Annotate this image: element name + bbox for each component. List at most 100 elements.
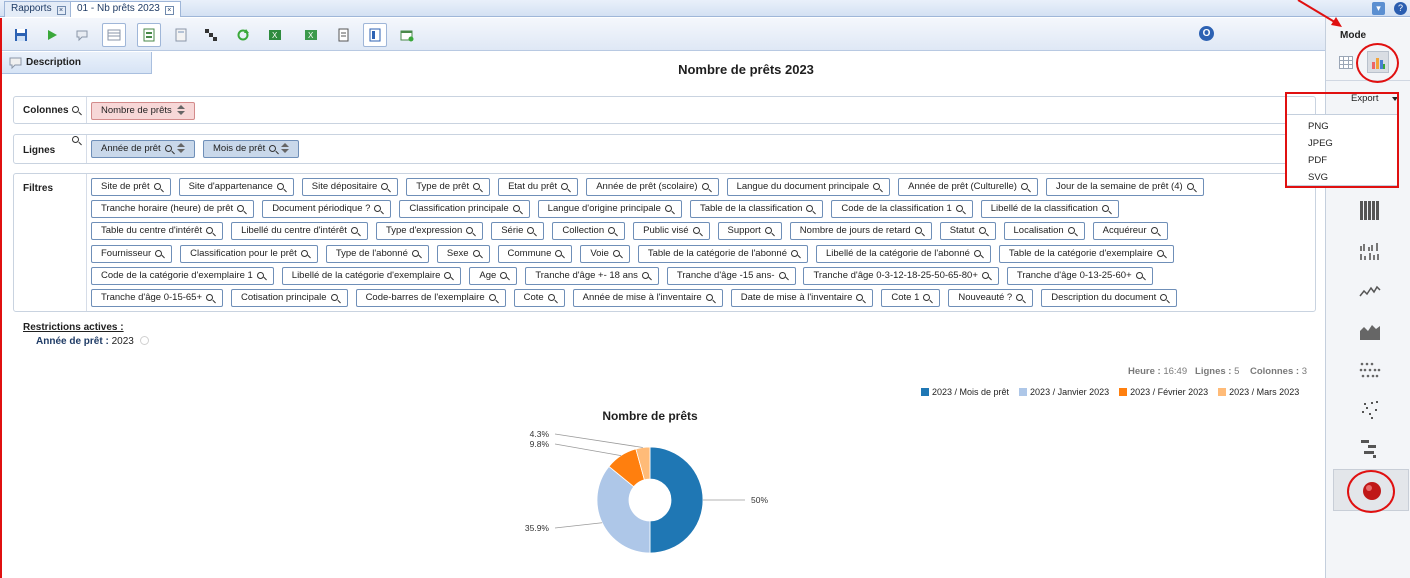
- table-mode-icon[interactable]: [1339, 56, 1353, 69]
- search-icon[interactable]: [641, 271, 649, 279]
- search-icon[interactable]: [701, 183, 709, 190]
- filter-chip[interactable]: Type de l'abonné: [325, 244, 429, 263]
- export-option-svg[interactable]: SVG: [1308, 172, 1328, 183]
- scatter-chart-icon[interactable]: [1359, 398, 1381, 420]
- refresh-button[interactable]: [231, 23, 255, 47]
- search-icon[interactable]: [608, 227, 616, 235]
- search-icon[interactable]: [612, 249, 620, 257]
- filter-chip[interactable]: Commune: [497, 244, 573, 263]
- search-icon[interactable]: [981, 271, 989, 279]
- legend-item[interactable]: 2023 / Février 2023: [1119, 387, 1208, 397]
- search-icon[interactable]: [72, 106, 79, 113]
- filter-chip[interactable]: Age: [469, 266, 518, 285]
- search-icon[interactable]: [237, 205, 245, 213]
- filter-chip[interactable]: Libellé de la classification: [980, 200, 1119, 219]
- filter-chip[interactable]: Site dépositaire: [301, 178, 399, 196]
- new-window-button[interactable]: [395, 23, 419, 47]
- filter-chip[interactable]: Fournisseur: [91, 244, 173, 263]
- search-icon[interactable]: [269, 145, 277, 152]
- search-icon[interactable]: [1101, 205, 1109, 213]
- search-icon[interactable]: [1186, 183, 1194, 190]
- filter-chip[interactable]: Table de la catégorie d'exemplaire: [998, 244, 1174, 263]
- dot-plot-icon[interactable]: [1359, 360, 1381, 382]
- search-icon[interactable]: [1150, 227, 1158, 235]
- pie-mode-button[interactable]: [1333, 469, 1409, 511]
- search-icon[interactable]: [72, 136, 79, 143]
- search-icon[interactable]: [692, 227, 700, 235]
- comment-button[interactable]: [70, 23, 94, 47]
- legend-item[interactable]: 2023 / Janvier 2023: [1019, 387, 1109, 397]
- area-chart-icon[interactable]: [1359, 320, 1381, 342]
- search-icon[interactable]: [978, 227, 986, 235]
- filter-chip[interactable]: Code de la catégorie d'exemplaire 1: [91, 266, 274, 285]
- pie-slice[interactable]: [649, 446, 704, 554]
- save-button[interactable]: [9, 23, 33, 47]
- filter-chip[interactable]: Tranche d'âge 0-15-65+: [91, 289, 224, 307]
- search-icon[interactable]: [527, 227, 535, 235]
- search-icon[interactable]: [256, 271, 264, 279]
- excel-export-2-button[interactable]: X: [299, 23, 323, 47]
- search-icon[interactable]: [411, 249, 419, 257]
- run-button[interactable]: [40, 23, 64, 47]
- filter-chip[interactable]: Table de la catégorie de l'abonné: [637, 244, 808, 263]
- search-icon[interactable]: [473, 183, 481, 190]
- filter-chip[interactable]: Nouveauté ?: [948, 289, 1034, 307]
- filter-chip[interactable]: Tranche d'âge -15 ans-: [666, 266, 796, 285]
- filter-chip[interactable]: Libellé de la catégorie d'exemplaire: [281, 266, 462, 285]
- search-icon[interactable]: [155, 249, 163, 257]
- report-button[interactable]: [363, 23, 387, 47]
- filter-chip[interactable]: Voie: [580, 244, 630, 263]
- filter-chip[interactable]: Site de prêt: [91, 178, 171, 196]
- search-icon[interactable]: [374, 205, 382, 213]
- filter-chip[interactable]: Code-barres de l'exemplaire: [355, 289, 506, 307]
- filter-chip[interactable]: Document périodique ?: [262, 200, 392, 219]
- filter-chip[interactable]: Public visé: [633, 222, 710, 241]
- search-icon[interactable]: [914, 227, 922, 235]
- search-icon[interactable]: [466, 227, 474, 235]
- search-icon[interactable]: [561, 183, 569, 190]
- filter-chip[interactable]: Statut: [939, 222, 996, 241]
- filter-chip[interactable]: Année de mise à l'inventaire: [572, 289, 723, 307]
- search-icon[interactable]: [955, 205, 963, 213]
- document-button[interactable]: [331, 23, 355, 47]
- filter-chip[interactable]: Code de la classification 1: [831, 200, 973, 219]
- search-icon[interactable]: [512, 205, 520, 213]
- search-icon[interactable]: [1135, 271, 1143, 279]
- chart-mode-button[interactable]: [1367, 51, 1389, 73]
- search-icon[interactable]: [705, 294, 713, 301]
- filter-chip[interactable]: Cote: [513, 289, 565, 307]
- filter-chip[interactable]: Cotisation principale: [231, 289, 348, 307]
- export-option-png[interactable]: PNG: [1308, 121, 1329, 132]
- search-icon[interactable]: [1020, 183, 1028, 190]
- legend-item[interactable]: 2023 / Mois de prêt: [921, 387, 1009, 397]
- search-icon[interactable]: [276, 183, 284, 190]
- search-icon[interactable]: [764, 227, 772, 235]
- grid-export-button[interactable]: [137, 23, 161, 47]
- search-icon[interactable]: [856, 294, 864, 301]
- filter-chip[interactable]: Type de prêt: [406, 178, 491, 196]
- search-icon[interactable]: [164, 145, 172, 152]
- search-icon[interactable]: [206, 294, 214, 301]
- filter-chip[interactable]: Série: [491, 222, 545, 241]
- filter-chip[interactable]: Description du document: [1041, 289, 1178, 307]
- search-icon[interactable]: [1160, 294, 1168, 301]
- calculator-button[interactable]: [169, 23, 193, 47]
- search-icon[interactable]: [300, 249, 308, 257]
- filter-chip[interactable]: Cote 1: [881, 289, 941, 307]
- search-icon[interactable]: [206, 227, 214, 235]
- search-icon[interactable]: [1156, 249, 1164, 257]
- sort-icon[interactable]: [176, 105, 185, 115]
- search-icon[interactable]: [153, 183, 161, 190]
- filter-chip[interactable]: Langue du document principale: [726, 178, 891, 196]
- export-option-pdf[interactable]: PDF: [1308, 155, 1327, 166]
- line-chart-icon[interactable]: [1359, 281, 1381, 303]
- filter-chip[interactable]: Date de mise à l'inventaire: [730, 289, 874, 307]
- hierarchy-button[interactable]: [199, 23, 223, 47]
- filter-chip[interactable]: Sexe: [436, 244, 490, 263]
- sort-icon[interactable]: [176, 143, 185, 153]
- filter-chip[interactable]: Nombre de jours de retard: [789, 222, 932, 241]
- filter-chip[interactable]: Tranche d'âge +- 18 ans: [525, 266, 659, 285]
- search-icon[interactable]: [472, 249, 480, 257]
- search-icon[interactable]: [791, 249, 798, 257]
- layout-button[interactable]: [102, 23, 126, 47]
